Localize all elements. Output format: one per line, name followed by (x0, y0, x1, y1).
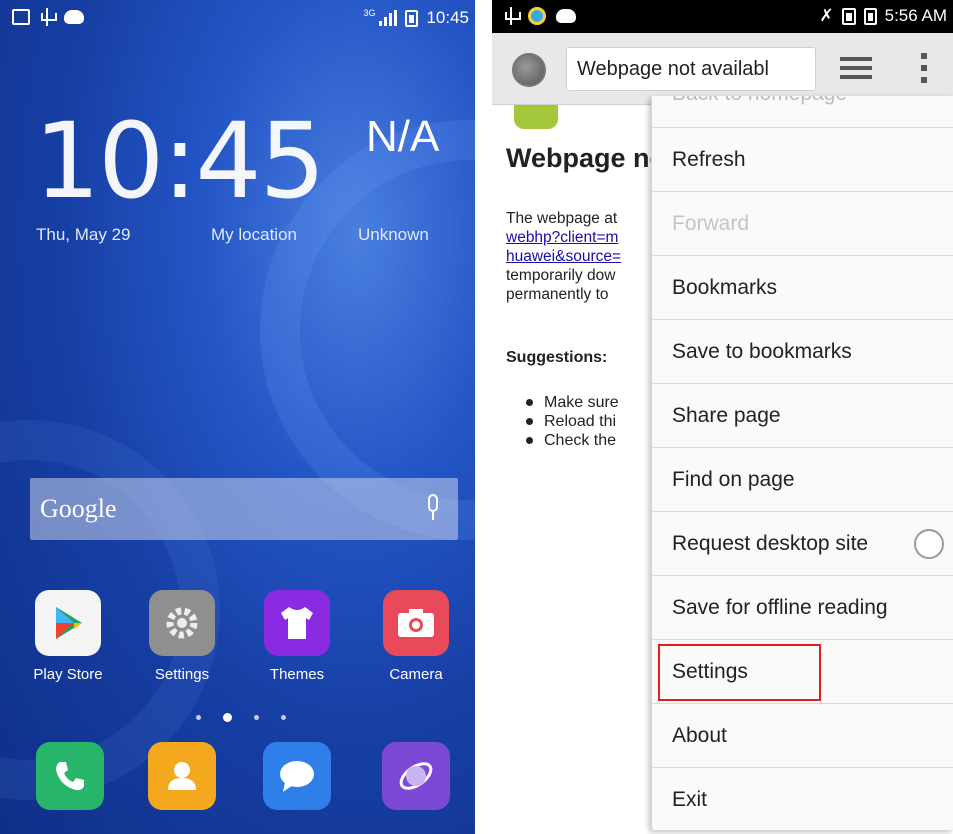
dock-contacts[interactable] (140, 742, 224, 820)
overflow-menu: Back to homepage Refresh Forward Bookmar… (651, 96, 953, 830)
screenshot-pair: 3G 10:45 10:45 N/A Thu, May 29 My locati… (0, 0, 953, 834)
menu-item-bookmarks[interactable]: Bookmarks (652, 256, 953, 320)
themes-shirt-icon (264, 590, 330, 656)
contacts-icon (148, 742, 216, 810)
app-notification-icon (528, 7, 546, 25)
tabs-icon[interactable] (840, 57, 872, 79)
desktop-site-checkbox[interactable] (914, 529, 944, 559)
dock-messages[interactable] (255, 742, 339, 820)
menu-item-forward: Forward (652, 192, 953, 256)
page-indicator (196, 713, 286, 722)
network-type-label: 3G (363, 8, 376, 18)
usb-icon (40, 8, 57, 26)
camera-icon (383, 590, 449, 656)
browser-toolbar: Webpage not availabl (492, 33, 953, 105)
gallery-notification-icon (12, 9, 30, 25)
menu-item-label: Find on page (672, 467, 795, 491)
android-robot-icon (514, 105, 558, 129)
menu-item-save-to-bookmarks[interactable]: Save to bookmarks (652, 320, 953, 384)
debug-android-icon (64, 10, 84, 24)
menu-item-label: Save to bookmarks (672, 339, 852, 363)
clock-hours: 10 (34, 100, 164, 222)
home-screen: 3G 10:45 10:45 N/A Thu, May 29 My locati… (0, 0, 475, 834)
menu-item-label: Forward (672, 211, 750, 235)
search-placeholder: Google (40, 494, 117, 523)
highlight-box (658, 644, 821, 701)
suggestion-item: Check the (526, 431, 619, 450)
browser-icon (382, 742, 450, 810)
url-field[interactable]: Webpage not availabl (566, 47, 816, 91)
weather-location[interactable]: My location (211, 225, 297, 245)
suggestions-heading: Suggestions: (506, 349, 608, 366)
suggestions-list: Make sure Reload thi Check the (526, 393, 619, 450)
menu-item-label: About (672, 723, 727, 747)
battery-icon (405, 9, 419, 27)
menu-item-back-to-homepage: Back to homepage (652, 96, 953, 128)
phone-icon (36, 742, 104, 810)
dock-browser[interactable] (374, 742, 458, 820)
date-label: Thu, May 29 (36, 225, 131, 244)
menu-item-request-desktop-site[interactable]: Request desktop site (652, 512, 953, 576)
weather-condition: Unknown (358, 225, 429, 244)
weather-temperature[interactable]: N/A (366, 112, 439, 162)
browser-screen: ✗ 5:56 AM Webpage not availabl Webpage n… (492, 0, 953, 834)
menu-item-share-page[interactable]: Share page (652, 384, 953, 448)
menu-item-label: Bookmarks (672, 275, 778, 299)
menu-item-refresh[interactable]: Refresh (652, 128, 953, 192)
sim-icon (841, 7, 856, 25)
clock-minutes: 45 (195, 100, 325, 222)
debug-android-icon (556, 9, 576, 23)
page-dot (281, 715, 286, 720)
status-bar: 3G 10:45 (0, 0, 475, 38)
app-settings[interactable]: Settings (140, 590, 224, 683)
app-play-store[interactable]: Play Store (26, 590, 110, 683)
menu-item-find-on-page[interactable]: Find on page (652, 448, 953, 512)
suggestion-item: Reload thi (526, 412, 619, 431)
usb-icon (504, 7, 521, 25)
status-time: 5:56 AM (884, 6, 947, 25)
play-store-icon (35, 590, 101, 656)
menu-item-label: Request desktop site (672, 531, 869, 555)
suggestion-item: Make sure (526, 393, 619, 412)
overflow-menu-icon[interactable] (920, 53, 928, 83)
menu-item-settings[interactable]: Settings (652, 640, 953, 704)
messages-icon (263, 742, 331, 810)
signal-icon (379, 10, 398, 26)
google-search-bar[interactable]: Google (30, 478, 458, 540)
status-bar: ✗ 5:56 AM (492, 0, 953, 33)
menu-item-about[interactable]: About (652, 704, 953, 768)
page-dot (196, 715, 201, 720)
menu-item-label: Refresh (672, 147, 746, 171)
battery-icon (863, 7, 877, 25)
app-label: Play Store (33, 666, 103, 683)
menu-item-label: Back to homepage (672, 96, 847, 106)
microphone-icon[interactable] (426, 494, 440, 524)
settings-gear-icon (149, 590, 215, 656)
menu-item-label: Save for offline reading (672, 595, 888, 619)
app-label: Camera (389, 666, 443, 683)
page-dot (254, 715, 259, 720)
app-label: Themes (269, 666, 325, 683)
app-camera[interactable]: Camera (374, 590, 458, 683)
clock-widget[interactable]: 10:45 (34, 100, 326, 222)
mute-icon: ✗ (819, 6, 834, 25)
status-time: 10:45 (426, 8, 469, 27)
site-info-globe-icon[interactable] (512, 53, 546, 87)
app-label: Settings (154, 666, 210, 683)
menu-item-label: Exit (672, 788, 708, 811)
app-themes[interactable]: Themes (255, 590, 339, 683)
menu-item-exit[interactable]: Exit (652, 768, 953, 832)
menu-item-label: Share page (672, 403, 781, 427)
clock-separator: : (162, 100, 197, 222)
menu-item-save-for-offline-reading[interactable]: Save for offline reading (652, 576, 953, 640)
page-dot-active (223, 713, 232, 722)
dock-phone[interactable] (28, 742, 112, 820)
